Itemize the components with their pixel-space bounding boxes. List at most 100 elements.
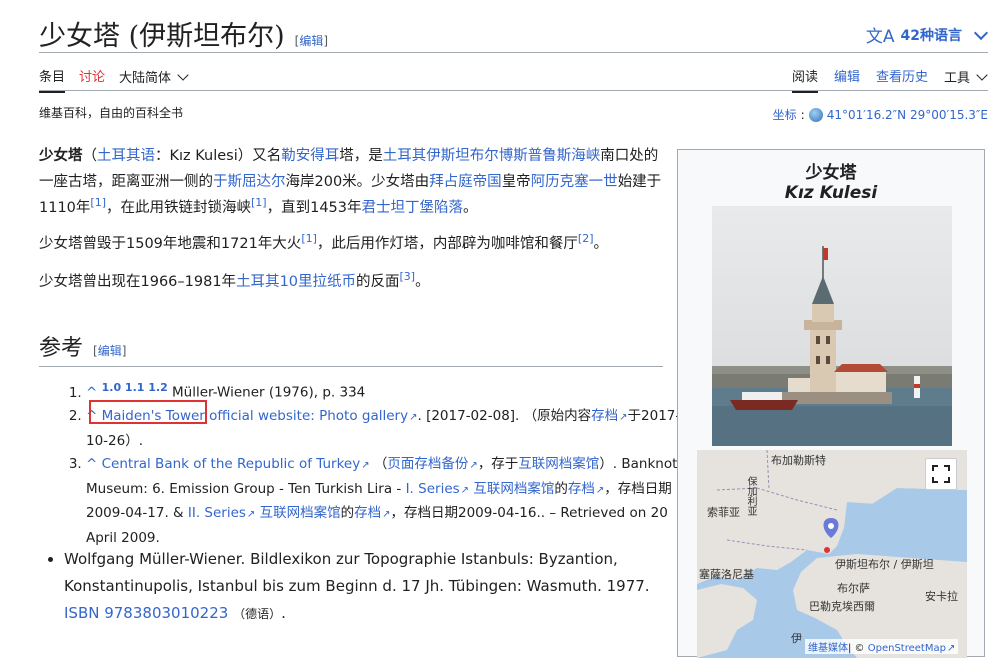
- tab-article[interactable]: 条目: [39, 66, 66, 93]
- citation-link[interactable]: [2]: [578, 232, 594, 245]
- text: 。: [415, 274, 430, 290]
- map-label: 巴勒克埃西爾: [809, 600, 875, 613]
- infobox-title: 少女塔: [805, 163, 857, 183]
- text: ，在此用铁链封锁海峡: [106, 200, 251, 216]
- variant-dropdown[interactable]: 大陆简体: [119, 66, 189, 93]
- reference-text: （: [373, 456, 388, 472]
- namespace-tabs: 条目 讨论 大陆简体: [39, 66, 201, 93]
- link-bosporus[interactable]: 博斯普鲁斯海峡: [499, 148, 601, 164]
- map-label: 布加勒斯特: [771, 454, 826, 467]
- chevron-down-icon: [976, 68, 988, 81]
- link-fall-of-constantinople[interactable]: 君士坦丁堡陷落: [362, 200, 464, 216]
- language-note: （德语）: [233, 607, 282, 621]
- wikimedia-link[interactable]: 维基媒体: [808, 643, 848, 654]
- variant-label: 大陆简体: [119, 71, 172, 86]
- backlink-caret: ^: [86, 384, 98, 401]
- page-title-text: 少女塔 (伊斯坦布尔): [39, 21, 285, 52]
- highlight-box: [89, 400, 207, 424]
- text: （: [82, 148, 98, 164]
- link-turkish-language[interactable]: 土耳其语: [97, 148, 155, 164]
- location-map[interactable]: 布加勒斯特 保加利亚 索菲亚 塞薩洛尼基 伊斯坦布尔 / 伊斯坦 布尔萨 巴勒克…: [697, 450, 967, 658]
- article-subject: 少女塔: [39, 148, 83, 164]
- tab-read[interactable]: 阅读: [791, 66, 818, 93]
- link-alexios-i[interactable]: 阿历克塞一世: [531, 174, 618, 190]
- text: 少女塔曾毁于1509年地震和1721年大火: [39, 236, 302, 252]
- archive-backup-link[interactable]: 页面存档备份: [387, 456, 477, 472]
- tab-edit[interactable]: 编辑: [834, 66, 860, 93]
- coordinates-label[interactable]: 坐标: [773, 106, 797, 123]
- link-istanbul[interactable]: 伊斯坦布尔: [426, 148, 499, 164]
- link-leander[interactable]: 勒安得耳: [281, 148, 339, 164]
- citation-link[interactable]: [1]: [251, 196, 267, 209]
- reference-link-central-bank[interactable]: Central Bank of the Republic of Turkey: [102, 456, 370, 472]
- text: 的反面: [356, 274, 400, 290]
- archive-link[interactable]: 存档: [568, 481, 604, 497]
- text: 。: [463, 200, 478, 216]
- reference-text: 的: [340, 505, 355, 521]
- site-tagline: 维基百科，自由的百科全书: [39, 106, 184, 120]
- text: 少女塔曾出现在1966–1981年: [39, 274, 237, 290]
- text: 海岸200米。少女塔由: [285, 174, 430, 190]
- tools-dropdown[interactable]: 工具: [943, 66, 988, 93]
- paragraph-intro: 少女塔（土耳其语：Kız Kulesi）又名勒安得耳塔，是土耳其伊斯坦布尔博斯普…: [39, 143, 665, 221]
- internet-archive-link[interactable]: 互联网档案馆: [473, 481, 554, 497]
- globe-icon: [808, 107, 823, 122]
- text: ，直到1453年: [266, 200, 362, 216]
- references-heading-text: 参考: [39, 336, 84, 361]
- map-label: 索菲亚: [707, 506, 740, 519]
- title-edit-bracket: [编辑]: [294, 34, 329, 48]
- map-label: 伊: [791, 632, 802, 645]
- reference-text: Müller-Wiener (1976), p. 334: [172, 384, 366, 401]
- citation-link[interactable]: [1]: [90, 196, 106, 209]
- language-count: 42种语言: [900, 27, 962, 44]
- tower-photo[interactable]: [712, 206, 952, 446]
- series-2-link[interactable]: II. Series: [188, 505, 255, 521]
- paragraph-history: 少女塔曾毁于1509年地震和1721年大火[1]，此后用作灯塔，内部辟为咖啡馆和…: [39, 231, 665, 257]
- link-turkey[interactable]: 土耳其: [383, 148, 427, 164]
- paragraph-banknote: 少女塔曾出现在1966–1981年土耳其10里拉纸币的反面[3]。: [39, 269, 665, 295]
- archive-link[interactable]: 存档: [354, 505, 390, 521]
- isbn-link[interactable]: ISBN 9783803010223: [64, 604, 228, 622]
- reference-item: ^ Central Bank of the Republic of Turkey…: [86, 453, 686, 550]
- map-label: 安卡拉: [925, 590, 958, 603]
- osm-link[interactable]: OpenStreetMap: [868, 643, 956, 654]
- references-heading: 参考 [编辑]: [39, 330, 663, 367]
- internet-archive-link[interactable]: 互联网档案馆: [518, 456, 599, 472]
- infobox-subtitle: Kız Kulesi: [784, 183, 878, 203]
- tools-label: 工具: [943, 71, 970, 86]
- tab-talk[interactable]: 讨论: [79, 66, 105, 93]
- coordinates-value[interactable]: 41°01′16.2″N 29°00′15.3″E: [827, 108, 988, 122]
- text: 皇帝: [501, 174, 531, 190]
- citation-link[interactable]: [3]: [400, 270, 416, 283]
- bibliography-text: Wolfgang Müller-Wiener. Bildlexikon zur …: [64, 550, 650, 595]
- map-attribution: 维基媒体| © OpenStreetMap: [805, 639, 959, 654]
- link-10-lira[interactable]: 10里拉纸币: [280, 274, 356, 290]
- fullscreen-button[interactable]: [925, 458, 957, 490]
- tab-history[interactable]: 查看历史: [876, 66, 928, 93]
- link-turkey[interactable]: 土耳其: [236, 274, 280, 290]
- map-label: 保加利亚: [745, 476, 756, 516]
- page-title: 少女塔 (伊斯坦布尔) [编辑]: [39, 14, 328, 53]
- text: | ©: [848, 643, 868, 654]
- reference-link-gallery[interactable]: official website: Photo gallery: [209, 408, 417, 424]
- series-1-link[interactable]: I. Series: [406, 481, 469, 497]
- reference-backlinks[interactable]: 1.0 1.1 1.2: [102, 381, 168, 394]
- chevron-down-icon: [973, 25, 989, 40]
- backlink-caret[interactable]: ^: [86, 456, 97, 472]
- bibliography-item: Wolfgang Müller-Wiener. Bildlexikon zur …: [64, 546, 679, 628]
- text: 。: [593, 236, 609, 252]
- section-edit-bracket: [编辑]: [93, 344, 127, 358]
- citation-link[interactable]: [1]: [301, 232, 317, 245]
- archive-link[interactable]: 存档: [591, 408, 627, 424]
- map-label: 伊斯坦布尔 / 伊斯坦: [835, 558, 934, 571]
- language-selector[interactable]: 文A 42种语言: [866, 22, 989, 47]
- link-byzantine-empire[interactable]: 拜占庭帝国: [429, 174, 502, 190]
- internet-archive-link[interactable]: 互联网档案馆: [260, 505, 341, 521]
- text: ：Kız Kulesi）又名: [155, 148, 282, 164]
- text: .: [281, 604, 286, 622]
- title-edit-link[interactable]: 编辑: [299, 34, 323, 48]
- text: 塔，是: [339, 148, 383, 164]
- reference-text: ，存于: [477, 456, 519, 472]
- link-uskudar[interactable]: 于斯屈达尔: [213, 174, 286, 190]
- section-edit-link[interactable]: 编辑: [98, 344, 122, 358]
